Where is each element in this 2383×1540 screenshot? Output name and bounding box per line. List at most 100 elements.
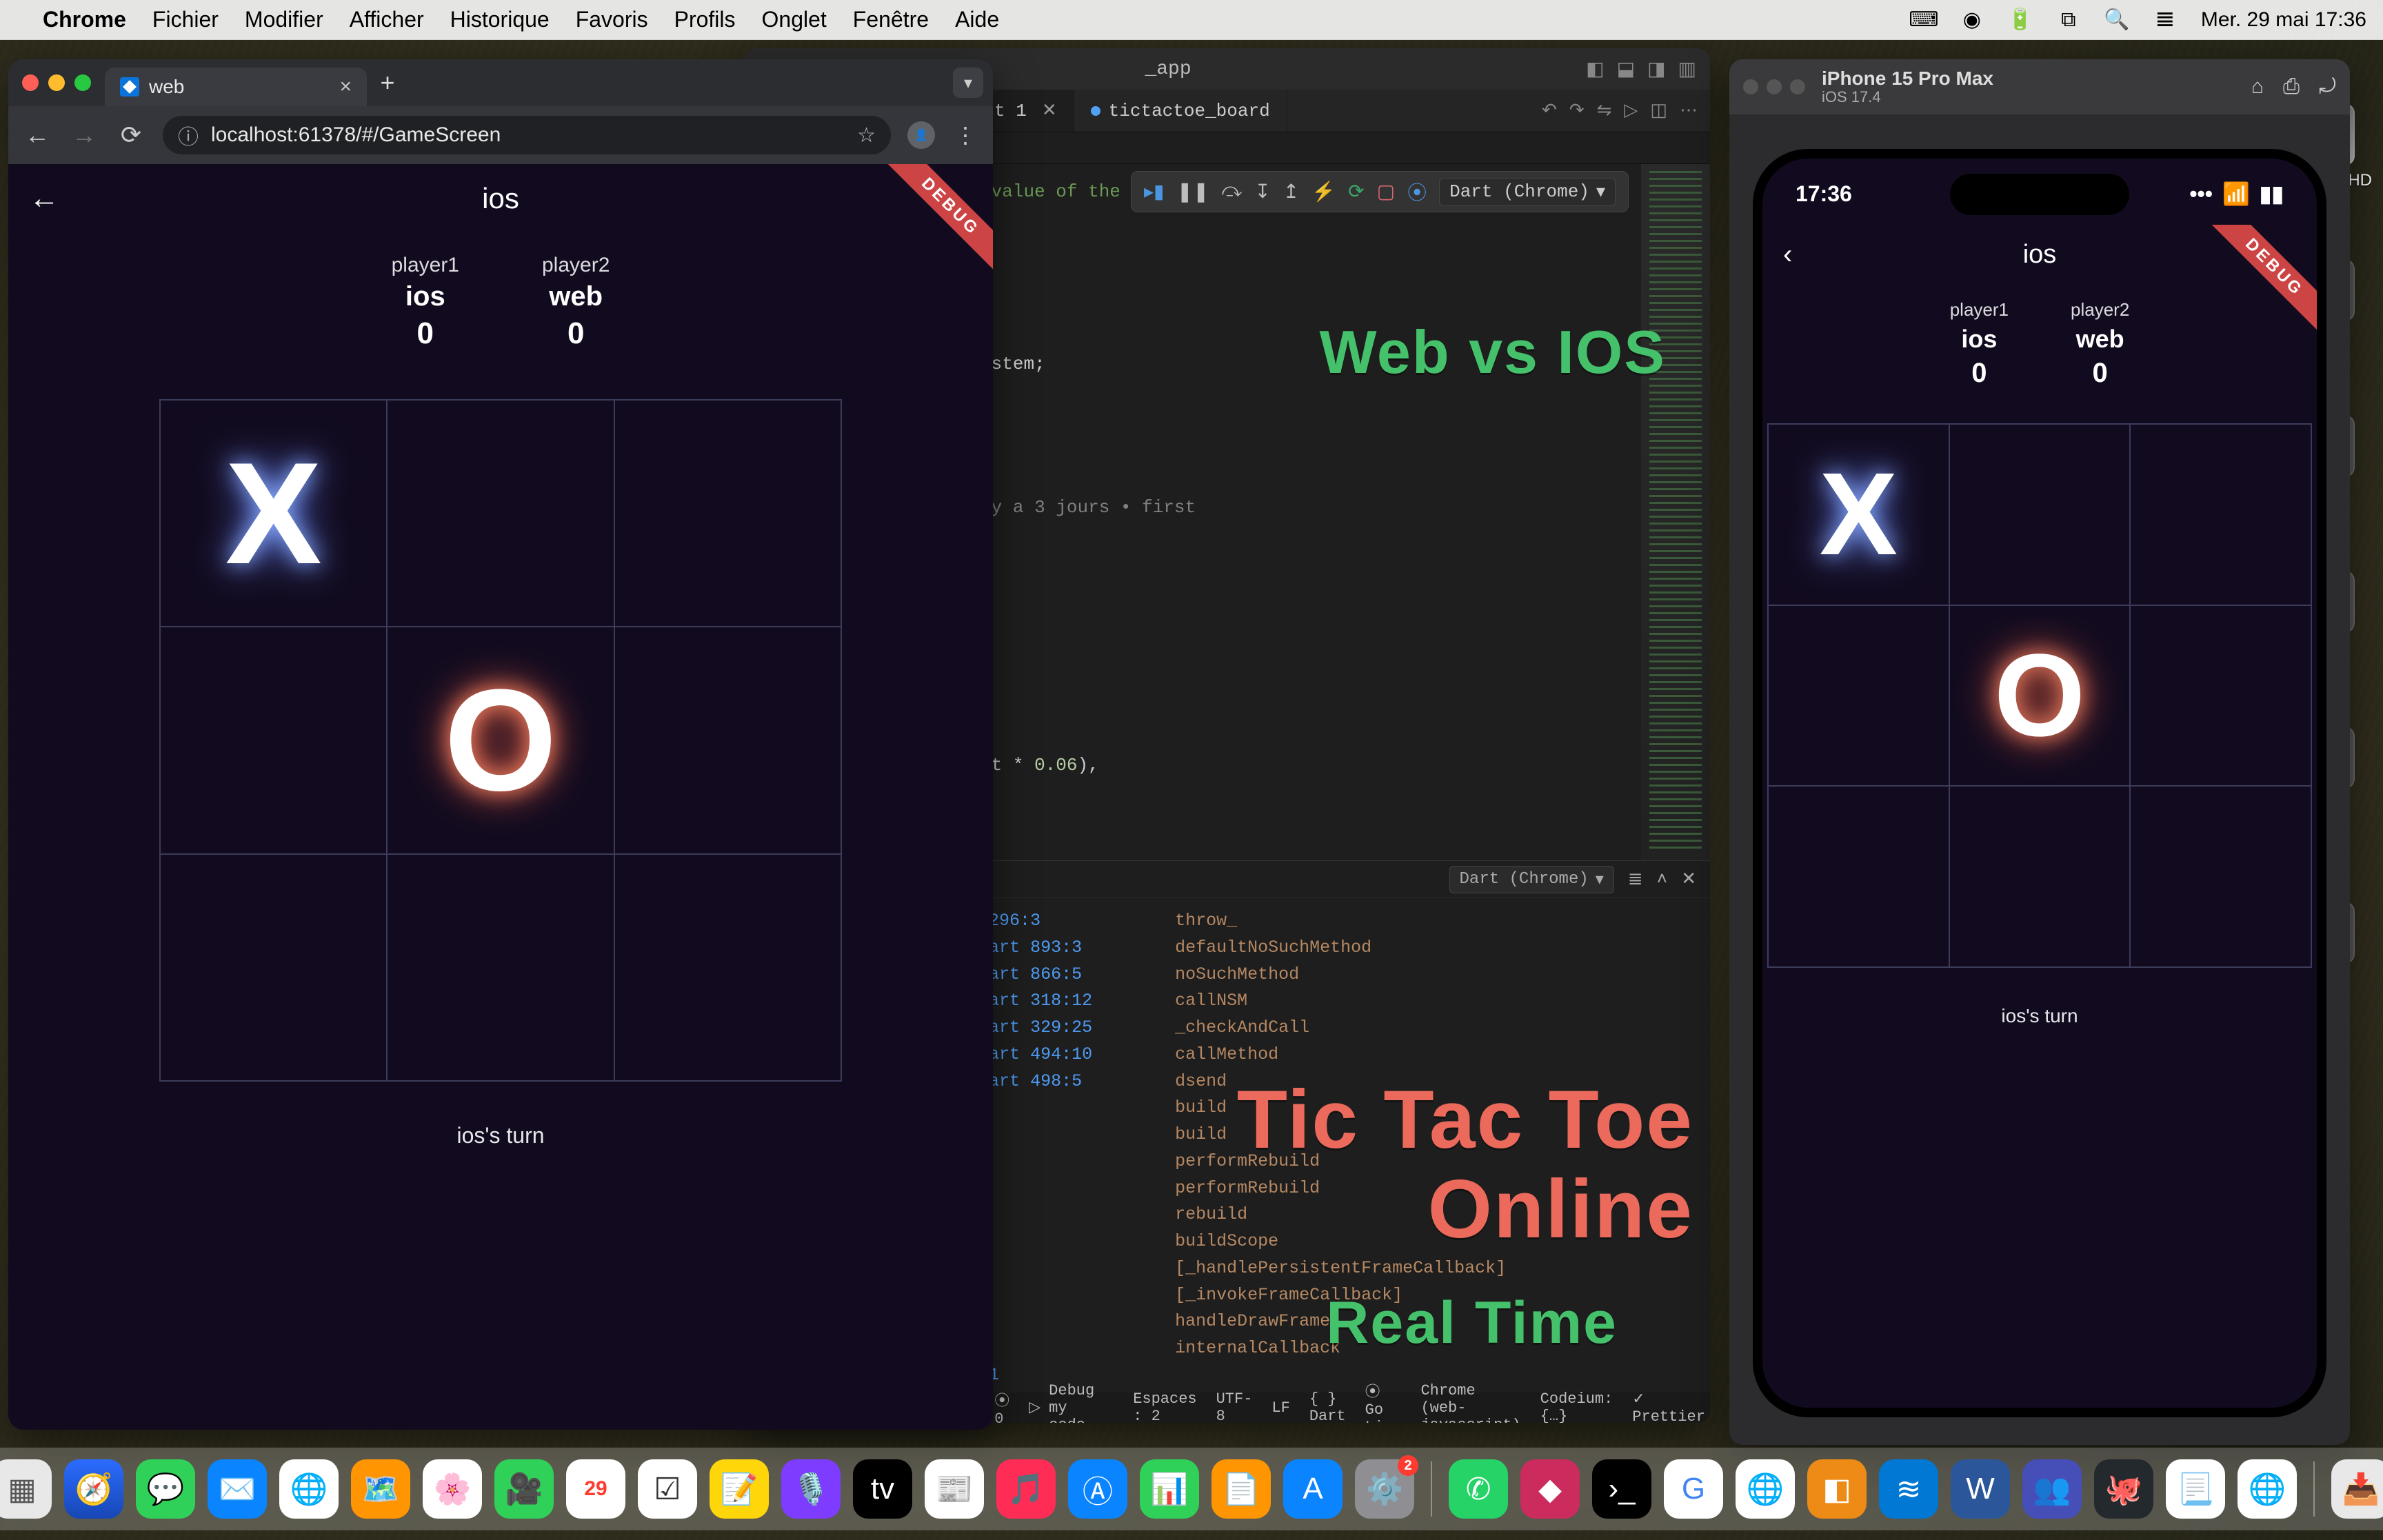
more-icon[interactable]: ⋯ (1680, 100, 1698, 121)
editor-tab-board[interactable]: tictactoe_board (1074, 90, 1287, 132)
debug-restart-icon[interactable]: ⟳ (1348, 180, 1364, 204)
grid-cell-4[interactable]: O (387, 627, 614, 853)
status-port[interactable]: ⦿ 0 (994, 1388, 1009, 1424)
grid-cell-1[interactable] (1949, 424, 2131, 605)
dock-podcasts[interactable]: 🎙️ (781, 1459, 841, 1519)
menu-profiles[interactable]: Profils (674, 7, 736, 32)
grid-cell-8[interactable] (2130, 786, 2311, 967)
tab-close-icon[interactable]: × (339, 75, 352, 99)
go-forward-icon[interactable]: ↷ (1569, 100, 1585, 121)
link-icon[interactable]: ⧉ (2056, 8, 2081, 32)
dock-photos[interactable]: 🌸 (423, 1459, 482, 1519)
sim-home-icon[interactable]: ⌂ (2251, 75, 2264, 99)
dock-appstore2[interactable]: A (1283, 1459, 1343, 1519)
layout-bottom-icon[interactable]: ⬓ (1617, 57, 1635, 81)
dock-appstore[interactable]: Ⓐ (1068, 1459, 1127, 1519)
dock-calendar[interactable]: 29 (566, 1459, 625, 1519)
menubar-app-name[interactable]: Chrome (43, 7, 126, 32)
debug-inspect-icon[interactable]: ⦿ (1407, 178, 1427, 205)
sim-rotate-icon[interactable]: ⤾ (2319, 75, 2336, 99)
dock-terminal[interactable]: ›_ (1592, 1459, 1651, 1519)
debug-hotreload-icon[interactable]: ⚡ (1311, 180, 1336, 204)
control-center-icon[interactable]: 𝌆 (2153, 8, 2178, 32)
omnibox[interactable]: ⓘ localhost:61378/#/GameScreen ☆ (163, 116, 891, 154)
dock-maps[interactable]: 🗺️ (351, 1459, 410, 1519)
status-golive[interactable]: ⦿ Go Live (1365, 1379, 1402, 1423)
dock-numbers[interactable]: 📊 (1140, 1459, 1199, 1519)
dock-settings[interactable]: ⚙️2 (1355, 1459, 1414, 1519)
menu-tab[interactable]: Onglet (762, 7, 827, 32)
minimap[interactable] (1641, 164, 1710, 860)
grid-cell-5[interactable] (614, 627, 841, 853)
dock-launchpad[interactable]: ▦ (0, 1459, 52, 1519)
status-spaces[interactable]: Espaces : 2 (1133, 1390, 1196, 1423)
menu-edit[interactable]: Modifier (245, 7, 323, 32)
dock-music[interactable]: 🎵 (996, 1459, 1056, 1519)
menubar-clock[interactable]: Mer. 29 mai 17:36 (2201, 8, 2366, 32)
dock-app-b[interactable]: ◧ (1807, 1459, 1867, 1519)
tab-close-icon[interactable]: ✕ (1042, 100, 1057, 121)
site-info-icon[interactable]: ⓘ (178, 120, 199, 150)
back-button[interactable]: ‹ (1783, 239, 1792, 270)
dock-teams[interactable]: 👥 (2022, 1459, 2082, 1519)
panel-filter-icon[interactable]: ≣ (1628, 869, 1643, 890)
grid-cell-7[interactable] (1949, 786, 2131, 967)
menu-bookmarks[interactable]: Favoris (576, 7, 648, 32)
tabs-dropdown-button[interactable]: ▾ (953, 68, 983, 98)
status-codeium[interactable]: Codeium: {…} (1540, 1390, 1613, 1423)
grid-cell-0[interactable]: X (1768, 424, 1949, 605)
battery-icon[interactable]: 🔋 (2008, 8, 2033, 32)
grid-cell-6[interactable] (1768, 786, 1949, 967)
debug-toolbar[interactable]: ▸▮ ❚❚ ⤼ ↧ ↥ ⚡ ⟳ ▢ ⦿ Dart (Chrome)▾ (1131, 171, 1629, 212)
layout-left-icon[interactable]: ◧ (1586, 57, 1604, 81)
menu-view[interactable]: Afficher (350, 7, 424, 32)
panel-collapse-icon[interactable]: ˄ (1657, 869, 1668, 890)
dock-google[interactable]: G (1664, 1459, 1723, 1519)
dock-chrome2[interactable]: 🌐 (1736, 1459, 1795, 1519)
dock-tv[interactable]: tv (853, 1459, 912, 1519)
dock-facetime[interactable]: 🎥 (494, 1459, 554, 1519)
screen-record-icon[interactable]: ◉ (1960, 8, 1984, 32)
browser-tab[interactable]: web × (105, 68, 367, 106)
grid-cell-8[interactable] (614, 854, 841, 1081)
dock-github[interactable]: 🐙 (2094, 1459, 2153, 1519)
zoom-window-icon[interactable] (74, 74, 91, 91)
dock-notes[interactable]: 📝 (710, 1459, 769, 1519)
simulator-titlebar[interactable]: iPhone 15 Pro Max iOS 17.4 ⌂ ⎙ ⤾ (1729, 59, 2350, 114)
panel-target-select[interactable]: Dart (Chrome)▾ (1449, 866, 1614, 893)
debug-stepover-icon[interactable]: ⤼ (1221, 181, 1242, 203)
grid-cell-0[interactable]: X (160, 400, 387, 627)
profile-avatar[interactable]: 👤 (907, 121, 935, 149)
debug-target-select[interactable]: Dart (Chrome)▾ (1439, 178, 1616, 206)
dock-textedit[interactable]: 📃 (2166, 1459, 2225, 1519)
new-tab-button[interactable]: + (374, 69, 401, 97)
grid-cell-2[interactable] (2130, 424, 2311, 605)
debug-stepin-icon[interactable]: ↧ (1254, 180, 1270, 204)
debug-pause-icon[interactable]: ❚❚ (1176, 180, 1209, 204)
grid-cell-2[interactable] (614, 400, 841, 627)
spotlight-icon[interactable]: 🔍 (2104, 8, 2129, 32)
debug-stop-icon[interactable]: ▢ (1377, 180, 1395, 204)
chrome-menu-button[interactable]: ⋮ (952, 122, 979, 148)
grid-cell-7[interactable] (387, 854, 614, 1081)
bookmark-star-icon[interactable]: ☆ (857, 123, 876, 148)
vscode-layout-buttons[interactable]: ◧ ⬓ ◨ ▥ (1586, 57, 1696, 81)
layout-custom-icon[interactable]: ▥ (1678, 57, 1696, 81)
dock-messages[interactable]: 💬 (136, 1459, 195, 1519)
sim-screenshot-icon[interactable]: ⎙ (2283, 75, 2300, 99)
grid-cell-4[interactable]: O (1949, 605, 2131, 787)
nav-forward-button[interactable]: → (69, 120, 99, 150)
dock-mail[interactable]: ✉️ (208, 1459, 267, 1519)
dock-pages[interactable]: 📄 (1211, 1459, 1271, 1519)
panel-close-icon[interactable]: ✕ (1681, 869, 1696, 890)
reload-button[interactable]: ⟳ (116, 120, 146, 150)
debug-continue-icon[interactable]: ▸▮ (1144, 180, 1164, 204)
menu-file[interactable]: Fichier (152, 7, 219, 32)
status-debug[interactable]: ▷ Debug my code (1029, 1382, 1094, 1424)
grid-cell-5[interactable] (2130, 605, 2311, 787)
menu-history[interactable]: Historique (450, 7, 550, 32)
status-runtime[interactable]: Chrome (web-javascript) (1420, 1382, 1520, 1424)
grid-cell-1[interactable] (387, 400, 614, 627)
status-language[interactable]: { } Dart (1309, 1390, 1346, 1423)
minimize-window-icon[interactable] (48, 74, 65, 91)
